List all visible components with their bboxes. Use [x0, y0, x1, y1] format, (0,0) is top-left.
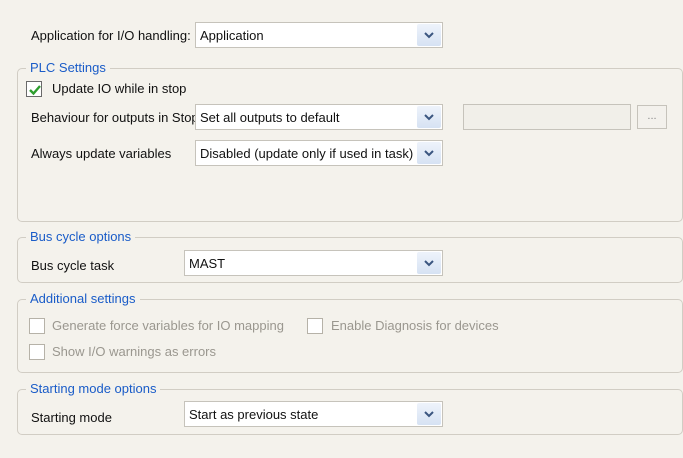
- always-update-label: Always update variables: [31, 146, 172, 161]
- warnings-label: Show I/O warnings as errors: [52, 344, 217, 359]
- always-update-value: Disabled (update only if used in task): [200, 146, 414, 161]
- bus-cycle-task-combo[interactable]: MAST: [184, 250, 443, 276]
- browse-button: ...: [637, 105, 667, 129]
- behaviour-label: Behaviour for outputs in Stop: [31, 110, 199, 125]
- chevron-down-icon[interactable]: [417, 106, 441, 128]
- warnings-checkbox[interactable]: [29, 344, 45, 360]
- force-vars-label: Generate force variables for IO mapping: [52, 318, 284, 333]
- diagnosis-label: Enable Diagnosis for devices: [331, 318, 499, 333]
- behaviour-combo[interactable]: Set all outputs to default: [195, 104, 443, 130]
- io-handling-value: Application: [200, 28, 264, 43]
- behaviour-value: Set all outputs to default: [200, 110, 340, 125]
- io-handling-combo[interactable]: Application: [195, 22, 443, 48]
- additional-settings-legend: Additional settings: [26, 291, 140, 307]
- starting-mode-legend: Starting mode options: [26, 381, 161, 397]
- starting-mode-label: Starting mode: [31, 410, 112, 425]
- additional-settings-group: Additional settings: [17, 291, 683, 373]
- plc-settings-legend: PLC Settings: [26, 60, 110, 76]
- io-handling-label: Application for I/O handling:: [31, 28, 191, 43]
- update-io-label: Update IO while in stop: [52, 81, 187, 96]
- chevron-down-icon[interactable]: [417, 142, 441, 164]
- starting-mode-value: Start as previous state: [189, 407, 319, 422]
- starting-mode-combo[interactable]: Start as previous state: [184, 401, 443, 427]
- force-vars-checkbox[interactable]: [29, 318, 45, 334]
- diagnosis-checkbox[interactable]: [307, 318, 323, 334]
- chevron-down-icon[interactable]: [417, 403, 441, 425]
- bus-cycle-task-label: Bus cycle task: [31, 258, 115, 273]
- bus-cycle-legend: Bus cycle options: [26, 229, 136, 245]
- bus-cycle-task-value: MAST: [189, 256, 226, 271]
- chevron-down-icon[interactable]: [417, 24, 441, 46]
- update-io-checkbox[interactable]: [26, 81, 42, 97]
- always-update-combo[interactable]: Disabled (update only if used in task): [195, 140, 443, 166]
- check-icon: [29, 85, 41, 96]
- chevron-down-icon[interactable]: [417, 252, 441, 274]
- behaviour-detail-field: [463, 104, 631, 130]
